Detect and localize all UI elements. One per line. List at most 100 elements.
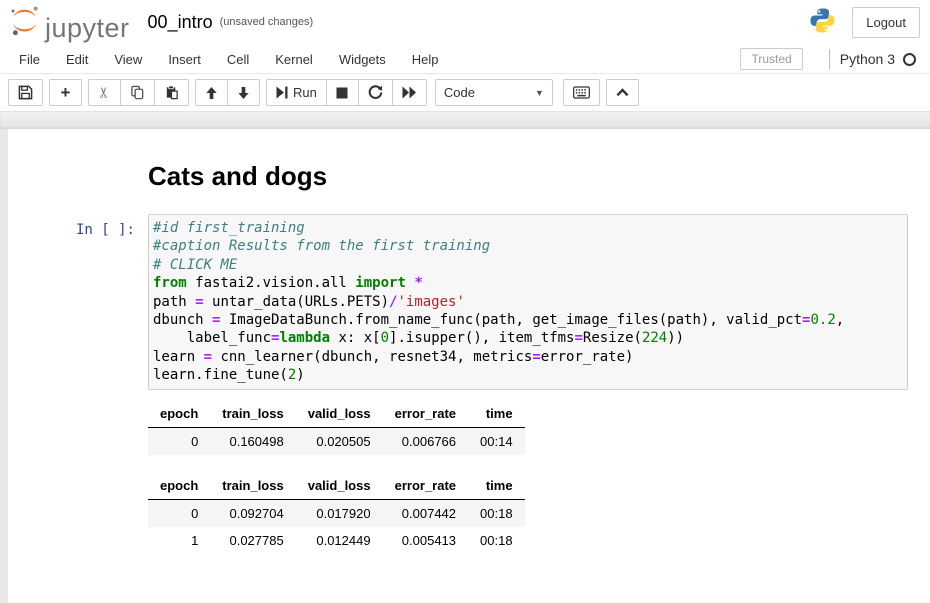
move-cell-up-button[interactable] bbox=[195, 79, 228, 106]
header-shadow-band bbox=[0, 111, 930, 129]
menubar: File Edit View Insert Cell Kernel Widget… bbox=[0, 45, 930, 74]
table-header-cell: valid_loss bbox=[296, 400, 383, 428]
jupyter-logo-icon bbox=[8, 4, 41, 42]
code-line: learn.fine_tune(2) bbox=[153, 366, 903, 384]
table-cell: 0.007442 bbox=[383, 499, 468, 527]
menu-item-widgets[interactable]: Widgets bbox=[326, 46, 399, 73]
table-header-cell: time bbox=[468, 472, 525, 500]
run-icon bbox=[276, 86, 288, 99]
code-line: #caption Results from the first training bbox=[153, 237, 903, 255]
move-down-icon bbox=[237, 86, 250, 100]
save-icon bbox=[18, 85, 33, 100]
output-table-2: epochtrain_lossvalid_losserror_ratetime0… bbox=[148, 472, 908, 554]
table-cell: 00:18 bbox=[468, 527, 525, 554]
logout-button[interactable]: Logout bbox=[852, 7, 920, 38]
move-cell-down-button[interactable] bbox=[227, 79, 260, 106]
insert-cell-button[interactable]: + bbox=[49, 79, 82, 106]
cell-type-dropdown[interactable]: Code ▼ bbox=[435, 79, 553, 106]
table-row: 00.1604980.0205050.00676600:14 bbox=[148, 427, 525, 455]
menu-item-help[interactable]: Help bbox=[399, 46, 452, 73]
menu-item-insert[interactable]: Insert bbox=[155, 46, 214, 73]
table-cell: 0.012449 bbox=[296, 527, 383, 554]
code-line: # CLICK ME bbox=[153, 256, 903, 274]
table-cell: 0.005413 bbox=[383, 527, 468, 554]
table-cell: 0.017920 bbox=[296, 499, 383, 527]
interrupt-kernel-button[interactable] bbox=[326, 79, 359, 106]
table-cell: 00:18 bbox=[468, 499, 525, 527]
command-palette-keyboard-icon bbox=[573, 86, 590, 99]
move-up-icon bbox=[205, 86, 218, 100]
table-header-cell: epoch bbox=[148, 400, 210, 428]
menu-item-file[interactable]: File bbox=[6, 46, 53, 73]
restart-run-all-button[interactable] bbox=[392, 79, 427, 106]
output-table-1: epochtrain_lossvalid_losserror_ratetime0… bbox=[148, 400, 908, 455]
run-button-label: Run bbox=[293, 85, 317, 100]
kernel-idle-circle-icon bbox=[903, 53, 916, 66]
paste-icon bbox=[164, 85, 179, 100]
code-line: label_func=lambda x: x[0].isupper(), ite… bbox=[153, 329, 903, 347]
training-results-table: epochtrain_lossvalid_losserror_ratetime0… bbox=[148, 400, 525, 455]
table-header-cell: valid_loss bbox=[296, 472, 383, 500]
cut-cell-button[interactable]: ✂ bbox=[88, 79, 121, 106]
checkpoint-status: (unsaved changes) bbox=[220, 16, 314, 30]
table-cell: 0 bbox=[148, 499, 210, 527]
table-header-cell: train_loss bbox=[210, 472, 295, 500]
table-cell: 0 bbox=[148, 427, 210, 455]
table-header-cell: error_rate bbox=[383, 472, 468, 500]
menu-item-edit[interactable]: Edit bbox=[53, 46, 101, 73]
table-cell: 1 bbox=[148, 527, 210, 554]
table-cell: 0.160498 bbox=[210, 427, 295, 455]
notebook-header: jupyter 00_intro (unsaved changes) Logou… bbox=[0, 0, 930, 45]
output-area: epochtrain_lossvalid_losserror_ratetime0… bbox=[148, 400, 908, 554]
cut-icon: ✂ bbox=[97, 86, 112, 99]
scroll-outputs-button[interactable] bbox=[606, 79, 639, 106]
code-line: #id first_training bbox=[153, 219, 903, 237]
copy-icon bbox=[130, 85, 145, 100]
toolbar: + ✂ bbox=[0, 74, 930, 111]
menu-item-view[interactable]: View bbox=[101, 46, 155, 73]
restart-run-all-icon bbox=[402, 86, 417, 99]
table-header-cell: train_loss bbox=[210, 400, 295, 428]
table-row: 00.0927040.0179200.00744200:18 bbox=[148, 499, 525, 527]
code-lines: #id first_training#caption Results from … bbox=[153, 219, 903, 385]
restart-kernel-icon bbox=[368, 85, 383, 100]
menu-item-kernel[interactable]: Kernel bbox=[262, 46, 326, 73]
code-line: learn = cnn_learner(dbunch, resnet34, me… bbox=[153, 348, 903, 366]
training-results-table: epochtrain_lossvalid_losserror_ratetime0… bbox=[148, 472, 525, 554]
input-prompt: In [ ]: bbox=[8, 214, 148, 571]
restart-kernel-button[interactable] bbox=[358, 79, 393, 106]
table-cell: 0.092704 bbox=[210, 499, 295, 527]
table-header-cell: error_rate bbox=[383, 400, 468, 428]
run-cell-button[interactable]: Run bbox=[266, 79, 327, 106]
trusted-badge[interactable]: Trusted bbox=[740, 48, 802, 70]
table-cell: 0.006766 bbox=[383, 427, 468, 455]
stop-icon bbox=[336, 87, 348, 99]
markdown-prompt bbox=[8, 161, 148, 214]
brand-wordmark: jupyter bbox=[45, 15, 130, 42]
chevron-up-icon bbox=[616, 88, 629, 97]
code-line: dbunch = ImageDataBunch.from_name_func(p… bbox=[153, 311, 903, 329]
jupyter-brand[interactable]: jupyter bbox=[8, 4, 130, 42]
copy-cell-button[interactable] bbox=[120, 79, 155, 106]
table-row: 10.0277850.0124490.00541300:18 bbox=[148, 527, 525, 554]
notebook-title[interactable]: 00_intro bbox=[148, 13, 213, 33]
table-cell: 0.027785 bbox=[210, 527, 295, 554]
save-button[interactable] bbox=[8, 79, 43, 106]
python-logo-icon bbox=[809, 7, 836, 39]
cell-type-value: Code bbox=[444, 85, 475, 100]
dropdown-caret-icon: ▼ bbox=[535, 88, 544, 98]
table-header-cell: time bbox=[468, 400, 525, 428]
page-background: Cats and dogs In [ ]: #id first_training… bbox=[0, 129, 930, 603]
markdown-cell[interactable]: Cats and dogs bbox=[8, 161, 930, 214]
paste-cell-button[interactable] bbox=[154, 79, 189, 106]
notebook-container: Cats and dogs In [ ]: #id first_training… bbox=[8, 129, 930, 603]
code-input-area[interactable]: #id first_training#caption Results from … bbox=[148, 214, 908, 390]
code-cell[interactable]: In [ ]: #id first_training#caption Resul… bbox=[8, 214, 930, 571]
code-line: path = untar_data(URLs.PETS)/'images' bbox=[153, 293, 903, 311]
kernel-name: Python 3 bbox=[840, 51, 895, 67]
table-header-cell: epoch bbox=[148, 472, 210, 500]
table-cell: 00:14 bbox=[468, 427, 525, 455]
menu-item-cell[interactable]: Cell bbox=[214, 46, 262, 73]
command-palette-button[interactable] bbox=[563, 79, 600, 106]
markdown-heading: Cats and dogs bbox=[148, 161, 908, 192]
